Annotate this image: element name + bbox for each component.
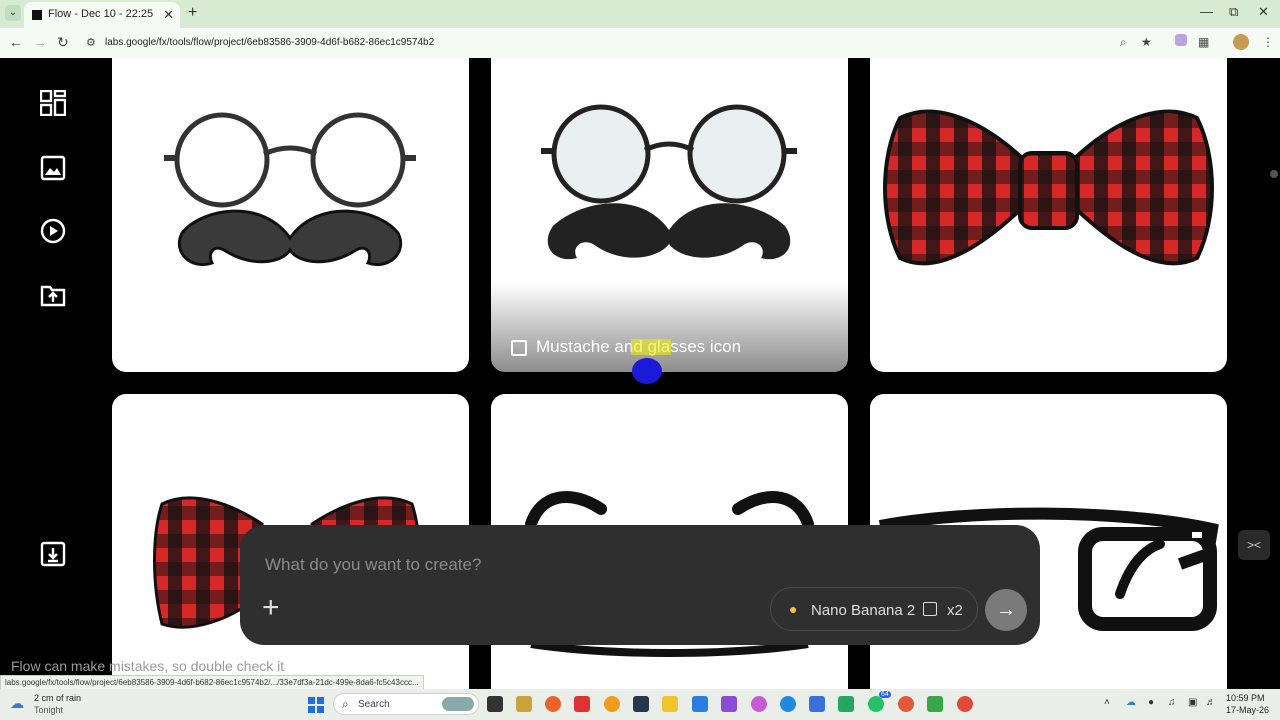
tab-search-icon[interactable]: ⌄ [5,5,21,21]
video-play-icon[interactable] [40,218,66,244]
back-icon[interactable]: ← [9,34,23,50]
weather-summary[interactable]: 2 cm of rain [34,693,81,703]
search-label: Search [358,699,390,710]
model-selector-button[interactable]: ● Nano Banana 2 x2 [770,587,978,631]
minimize-icon[interactable]: — [1200,4,1213,19]
whatsapp-icon[interactable] [868,696,884,712]
mustache-glasses-image [164,112,416,266]
onedrive-icon[interactable]: ☁ [1126,697,1136,708]
reload-icon[interactable]: ↻ [57,34,69,51]
grid-view-icon[interactable] [40,90,66,116]
restore-icon[interactable]: ⧉ [1229,4,1238,20]
word-icon[interactable] [692,696,708,712]
disclaimer-text: Flow can make mistakes, so double check … [11,658,285,674]
network-globe-icon[interactable]: ● [1148,697,1154,708]
image-type-icon [511,340,527,356]
rain-weather-icon[interactable]: ☁ [10,695,24,712]
image-gallery-icon[interactable] [40,155,66,181]
copilot-icon[interactable] [751,696,767,712]
chrome-dev-icon[interactable] [604,696,620,712]
weather-time: Tonight [34,705,64,715]
output-count: x2 [947,602,963,619]
edge-icon[interactable] [780,696,796,712]
taskbar-time[interactable]: 10:59 PM [1226,693,1265,703]
chrome-profile-icon[interactable] [898,696,914,712]
taskbar-search-box[interactable]: ⌕ Search [333,693,479,715]
url-field[interactable]: ⚙ labs.google/fx/tools/flow/project/6eb8… [80,31,1160,55]
search-highlight-image [442,697,474,711]
extension-icon[interactable] [1175,34,1187,46]
task-view-icon[interactable] [487,696,503,712]
add-media-icon[interactable]: + [262,593,280,623]
file-manager-icon[interactable] [516,696,532,712]
store-icon[interactable] [809,696,825,712]
notes-icon[interactable] [721,696,737,712]
aspect-ratio-icon [923,602,937,616]
image-tile-mustache-glasses-2[interactable]: Mustache and glasses icon [491,58,848,372]
text-highlight [631,339,671,355]
kebab-menu-icon[interactable]: ⋮ [1262,35,1274,49]
sheets-icon[interactable] [838,696,854,712]
profile-avatar[interactable] [1233,34,1249,50]
extensions-puzzle-icon[interactable]: ▦ [1198,35,1209,49]
browser-tab[interactable]: Flow - Dec 10 - 22:25 ✕ [24,2,180,28]
tab-close-icon[interactable]: ✕ [163,7,174,23]
wifi-icon[interactable]: ▣ [1188,697,1197,708]
tab-title: Flow - Dec 10 - 22:25 [48,8,154,20]
flow-favicon-icon [32,10,42,20]
tray-overflow-icon[interactable]: ˄ [1104,697,1110,708]
address-bar-row: ← → ↻ ⚙ labs.google/fx/tools/flow/projec… [0,28,1280,58]
bookmark-star-icon[interactable]: ★ [1141,35,1152,49]
download-icon[interactable] [40,541,66,567]
send-button[interactable]: → [985,589,1027,631]
url-text: labs.google/fx/tools/flow/project/6eb835… [105,37,435,48]
volume-icon[interactable]: ♬ [1206,697,1216,708]
acrobat-icon[interactable] [574,696,590,712]
start-button-icon[interactable] [308,697,324,713]
windows-taskbar: ☁ 2 cm of rain Tonight ⌕ Search 64 ˄ ☁ ●… [0,689,1280,720]
tab-strip: ⌄ Flow - Dec 10 - 22:25 ✕ + — ⧉ ✕ [0,0,1280,28]
plaid-bowtie-image [883,109,1214,266]
firefox-icon[interactable] [545,696,561,712]
notification-badge: 64 [879,691,891,698]
forward-icon[interactable]: → [33,34,47,50]
zoom-icon[interactable]: ⌕ [1120,35,1127,50]
close-window-icon[interactable]: ✕ [1258,4,1269,20]
image-tile-plaid-bowtie-1[interactable] [870,58,1227,372]
image-tile-mustache-glasses-1[interactable] [112,58,469,372]
scrollbar-thumb[interactable] [1270,170,1278,178]
new-tab-icon[interactable]: + [188,4,197,22]
utorrent-icon[interactable] [927,696,943,712]
side-panel-toggle-button[interactable]: >< [1238,530,1270,560]
tile-caption-overlay: Mustache and glasses icon [491,282,848,372]
banana-icon: ● [789,601,798,617]
cursor-highlight [632,358,662,384]
search-icon: ⌕ [342,697,349,711]
prompt-input[interactable]: What do you want to create? [265,555,481,575]
upload-folder-icon[interactable] [40,282,66,308]
folder-icon[interactable] [662,696,678,712]
site-info-icon[interactable]: ⚙ [86,36,96,49]
microphone-icon[interactable]: ♫ [1168,697,1176,708]
chrome-icon[interactable] [957,696,973,712]
taskbar-date[interactable]: 17-May-26 [1226,705,1269,715]
model-name: Nano Banana 2 [811,602,916,619]
prompt-composer: What do you want to create? + ● Nano Ban… [240,525,1040,645]
photoshop-icon[interactable] [633,696,649,712]
